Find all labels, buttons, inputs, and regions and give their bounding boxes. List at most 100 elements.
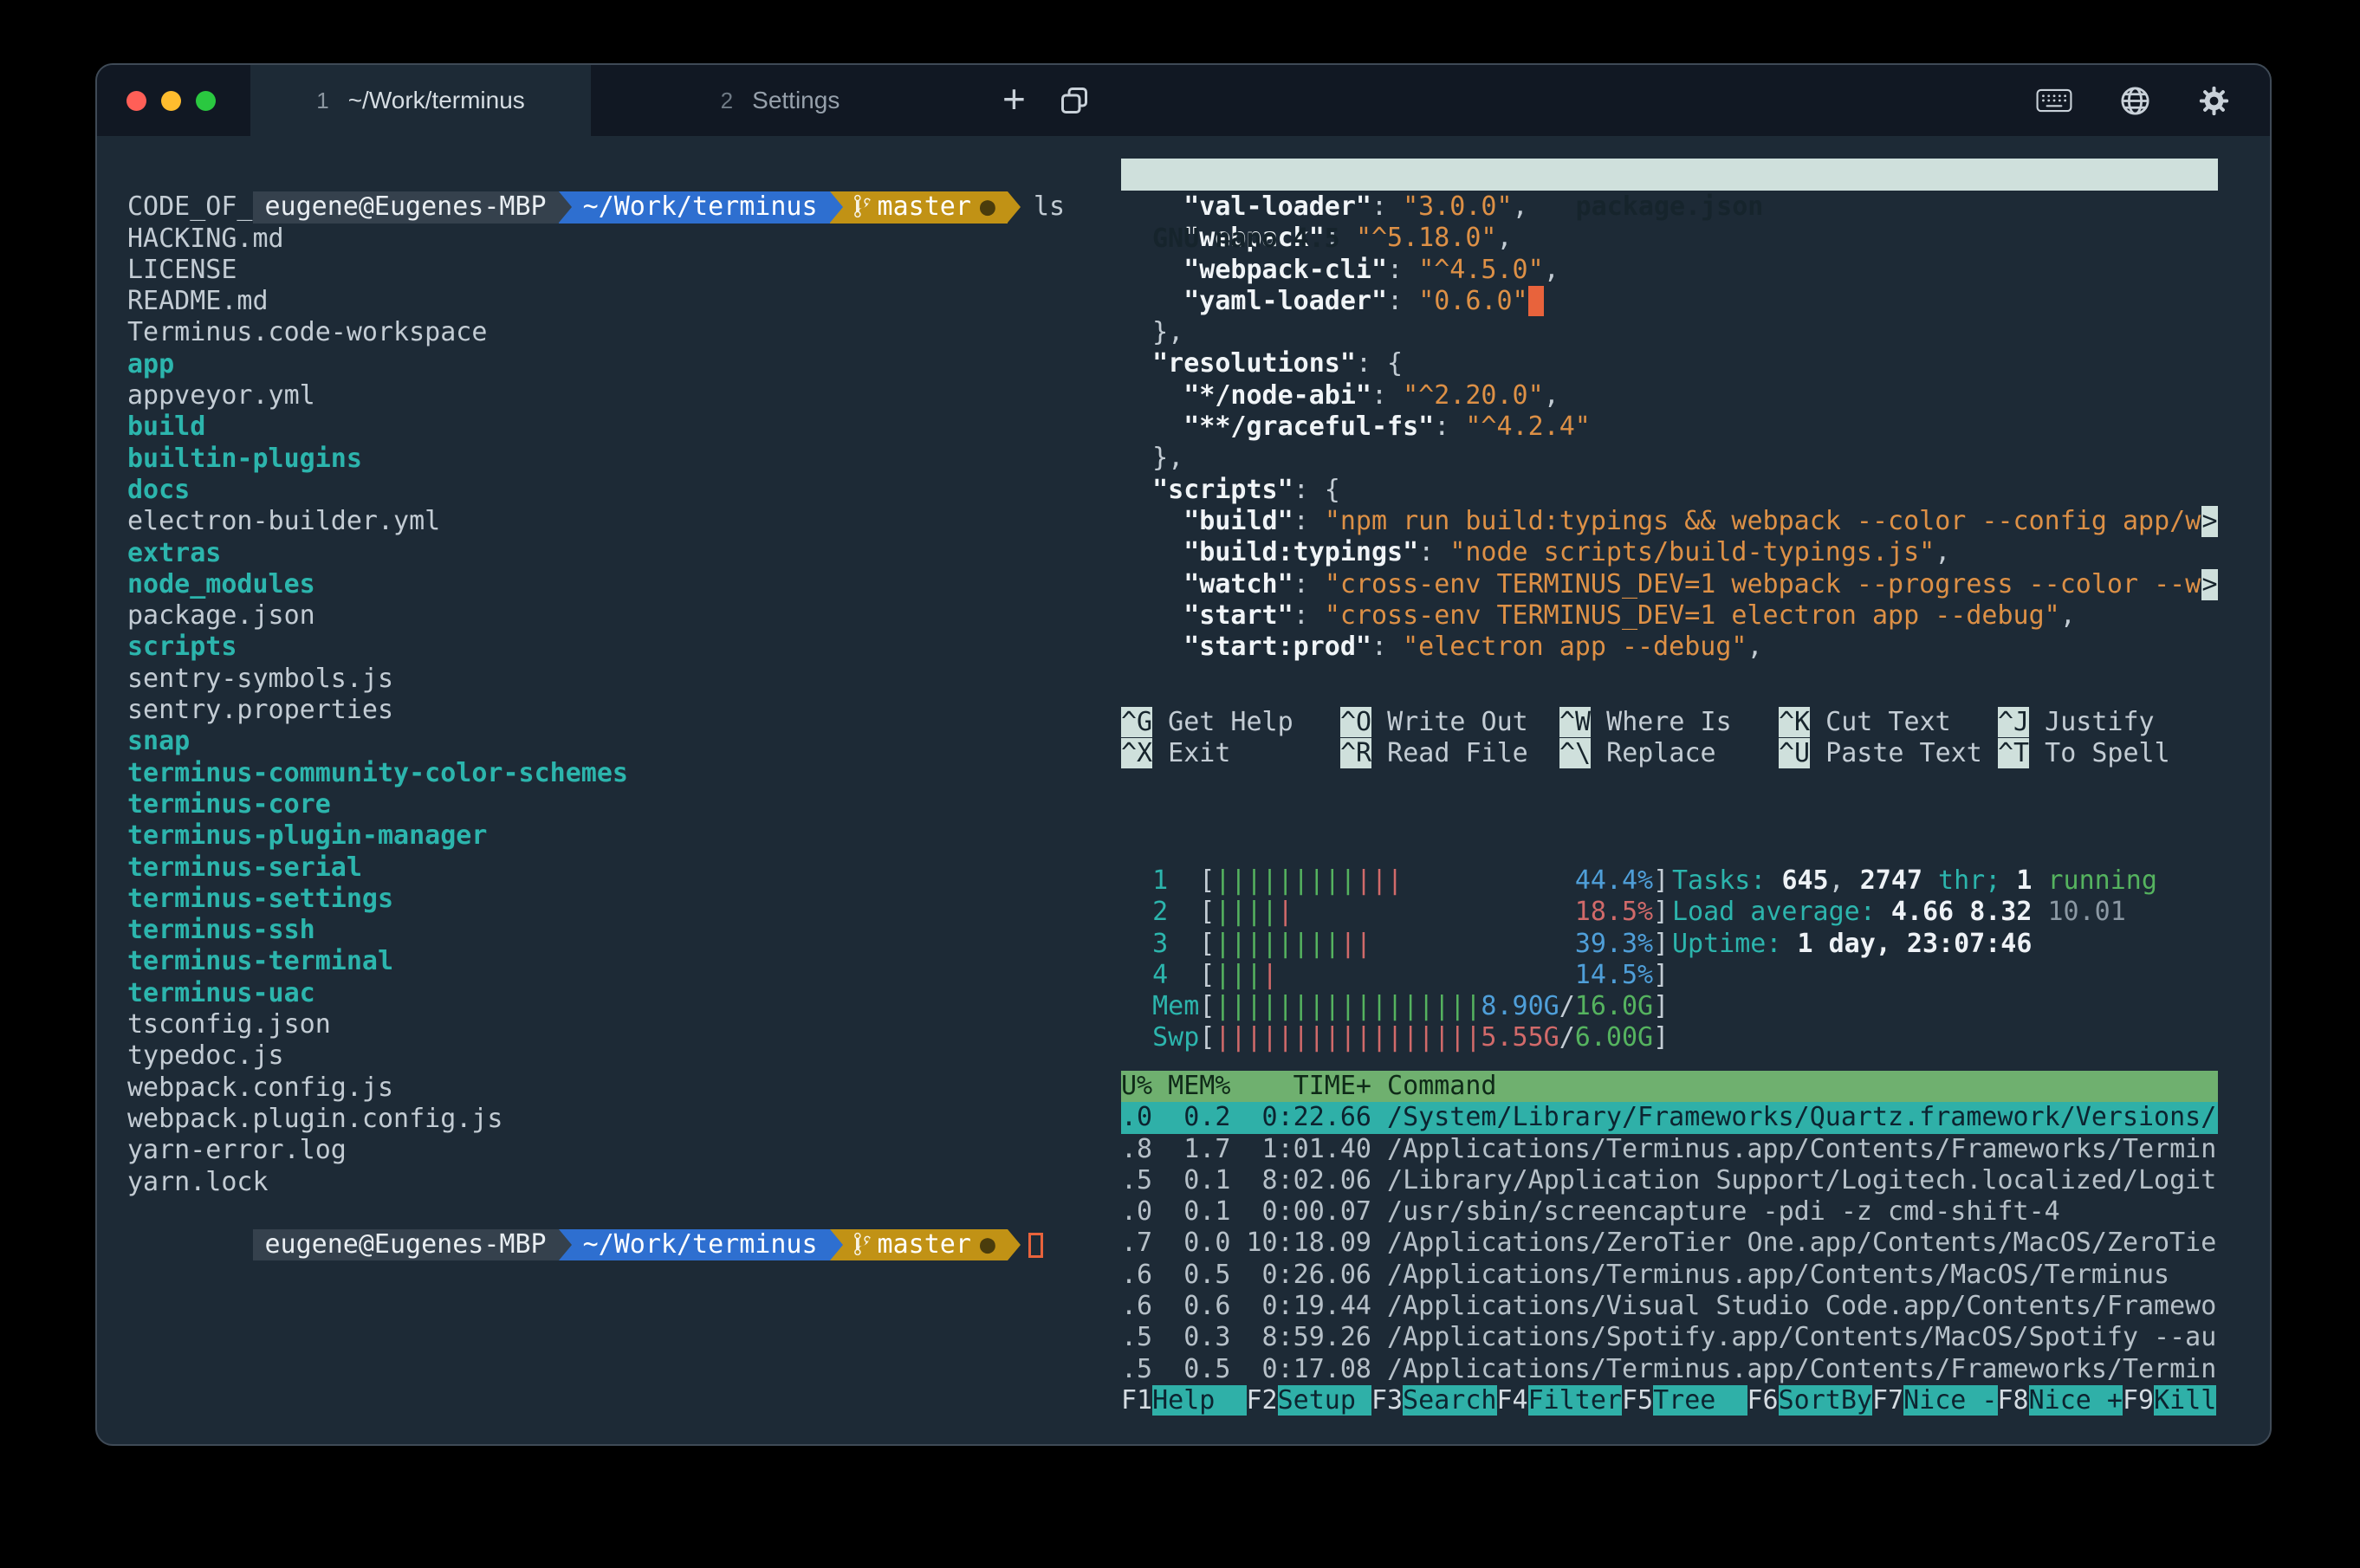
- fkey-number: F3: [1371, 1385, 1403, 1416]
- shortcut-key: ^R: [1340, 738, 1371, 768]
- prompt-cwd-text: ~/Work/terminus: [583, 1229, 818, 1260]
- file-entry: terminus-ssh: [127, 915, 1119, 946]
- git-branch-name: master: [878, 1229, 971, 1260]
- git-dirty-dot: ●: [980, 1229, 995, 1260]
- nano-line: "resolutions": {: [1121, 348, 2218, 379]
- fkey-number: F8: [1998, 1385, 2029, 1416]
- window-controls: [126, 91, 216, 111]
- shortcut-label: To Spell: [2029, 738, 2170, 768]
- fkey-label: Search: [1403, 1385, 1496, 1416]
- file-entry: sentry-symbols.js: [127, 664, 1119, 695]
- shortcut-key: ^K: [1779, 707, 1810, 737]
- nano-shortcut: ^U Paste Text: [1779, 738, 1998, 769]
- file-entry: terminus-core: [127, 789, 1119, 820]
- git-dirty-dot: ●: [980, 191, 995, 222]
- file-entry: node_modules: [127, 569, 1119, 600]
- process-row: .5 0.1 8:02.06 /Library/Application Supp…: [1121, 1165, 2218, 1196]
- fkey-number: F2: [1247, 1385, 1278, 1416]
- shortcut-label: Replace: [1591, 738, 1716, 768]
- close-button[interactable]: [126, 91, 146, 111]
- file-entry: README.md: [127, 286, 1119, 317]
- file-entry: terminus-serial: [127, 852, 1119, 884]
- prompt-user-host: eugene@Eugenes-MBP: [253, 1229, 559, 1260]
- shortcut-label: Where Is: [1591, 707, 1732, 737]
- nano-shortcut-row: ^X Exit^R Read File^\ Replace^U Paste Te…: [1121, 738, 2218, 769]
- fkey-number: F5: [1622, 1385, 1653, 1416]
- process-row: .8 1.7 1:01.40 /Applications/Terminus.ap…: [1121, 1134, 2218, 1165]
- file-entry: package.json: [127, 600, 1119, 632]
- shortcut-key: ^T: [1998, 738, 2029, 768]
- shortcut-label: Get Help: [1152, 707, 1293, 737]
- file-entry: terminus-terminal: [127, 946, 1119, 977]
- nano-line: "build": "npm run build:typings && webpa…: [1121, 506, 2218, 537]
- line-continuation-marker: >: [2201, 506, 2218, 537]
- minimize-button[interactable]: [161, 91, 181, 111]
- new-tab-button[interactable]: +: [1002, 79, 1026, 119]
- tab-settings[interactable]: 2 Settings: [591, 65, 969, 136]
- fkey-label: Nice +: [2029, 1385, 2123, 1416]
- keyboard-icon[interactable]: [2036, 85, 2072, 117]
- prompt-user-host: eugene@Eugenes-MBP: [253, 191, 559, 223]
- git-branch-icon: [854, 1231, 871, 1257]
- prompt-git-segment: master ●: [830, 191, 1008, 223]
- cpu-meter: Swp[|||||||||||||||||5.55G/6.00G]: [1121, 1022, 1669, 1053]
- file-entry: snap: [127, 726, 1119, 757]
- file-entry: extras: [127, 538, 1119, 569]
- prompt-user-host-text: eugene@Eugenes-MBP: [265, 1229, 547, 1260]
- process-row: .0 0.2 0:22.66 /System/Library/Framework…: [1121, 1102, 2218, 1133]
- file-entry: typedoc.js: [127, 1040, 1119, 1072]
- process-row: .7 0.0 10:18.09 /Applications/ZeroTier O…: [1121, 1228, 2218, 1259]
- tab-bar: 1 ~/Work/terminus 2 Settings +: [97, 65, 2270, 136]
- fkey-number: F7: [1872, 1385, 1903, 1416]
- right-split-pane[interactable]: package.json GNU nano 4.5 "val-loader": …: [1121, 136, 2218, 1444]
- prompt-line-2: eugene@Eugenes-MBP~/Work/terminusmaster●: [127, 1198, 1119, 1229]
- file-entry: webpack.config.js: [127, 1072, 1119, 1104]
- terminal-pane[interactable]: eugene@Eugenes-MBP~/Work/terminusmaster●…: [97, 136, 1119, 1444]
- fkey-number: F4: [1497, 1385, 1528, 1416]
- file-entry: terminus-community-color-schemes: [127, 758, 1119, 789]
- shortcut-label: Exit: [1152, 738, 1230, 768]
- nano-shortcut: ^J Justify: [1998, 707, 2217, 738]
- fkey-label: Kill: [2154, 1385, 2216, 1416]
- nano-line: "*/node-abi": "^2.20.0",: [1121, 380, 2218, 411]
- nano-line: },: [1121, 317, 2218, 348]
- line-continuation-marker: >: [2201, 569, 2218, 600]
- globe-icon[interactable]: [2119, 85, 2151, 117]
- split-tab-icon[interactable]: [1059, 85, 1090, 116]
- fkey-label: Tree: [1653, 1385, 1747, 1416]
- prompt-cwd: ~/Work/terminus: [559, 1229, 830, 1260]
- shortcut-key: ^\: [1559, 738, 1591, 768]
- shortcut-key: ^O: [1340, 707, 1371, 737]
- fkey-label: Nice -: [1903, 1385, 1997, 1416]
- nano-line: "yaml-loader": "0.6.0": [1121, 286, 2218, 317]
- fkey-label: SortBy: [1779, 1385, 1872, 1416]
- nano-line: },: [1121, 443, 2218, 474]
- file-entry: tsconfig.json: [127, 1009, 1119, 1040]
- file-entry: terminus-uac: [127, 978, 1119, 1009]
- nano-shortcut: ^\ Replace: [1559, 738, 1779, 769]
- nano-lines: "val-loader": "3.0.0", "webpack": "^5.18…: [1121, 191, 2218, 663]
- cpu-meter: 3 [|||||||||| 39.3%]: [1121, 929, 1669, 960]
- file-entry: Terminus.code-workspace: [127, 317, 1119, 348]
- file-entry: sentry.properties: [127, 695, 1119, 726]
- git-branch-name: master: [878, 191, 971, 222]
- nano-shortcut: ^T To Spell: [1998, 738, 2217, 769]
- zoom-button[interactable]: [196, 91, 216, 111]
- tab-title: Settings: [752, 87, 840, 114]
- process-row: .5 0.5 0:17.08 /Applications/Terminus.ap…: [1121, 1354, 2218, 1385]
- shortcut-key: ^J: [1998, 707, 2029, 737]
- shortcut-key: ^W: [1559, 707, 1591, 737]
- gear-icon[interactable]: [2198, 85, 2230, 117]
- nano-title-bar: package.json GNU nano 4.5: [1121, 159, 2218, 191]
- shortcut-label: Read File: [1371, 738, 1528, 768]
- file-entry: HACKING.md: [127, 224, 1119, 255]
- process-row: .6 0.6 0:19.44 /Applications/Visual Stud…: [1121, 1291, 2218, 1322]
- prompt-cwd: ~/Work/terminus: [559, 191, 830, 223]
- tab-number: 1: [316, 87, 328, 114]
- tab-terminal[interactable]: 1 ~/Work/terminus: [250, 65, 591, 136]
- prompt-line: eugene@Eugenes-MBP~/Work/terminusmaster●…: [127, 160, 1119, 191]
- cpu-meter: 2 [||||| 18.5%]: [1121, 897, 1669, 928]
- fkey-label: Filter: [1528, 1385, 1622, 1416]
- shortcut-key: ^G: [1121, 707, 1152, 737]
- htop-stat-line: Tasks: 645, 2747 thr; 1 running: [1672, 865, 2157, 897]
